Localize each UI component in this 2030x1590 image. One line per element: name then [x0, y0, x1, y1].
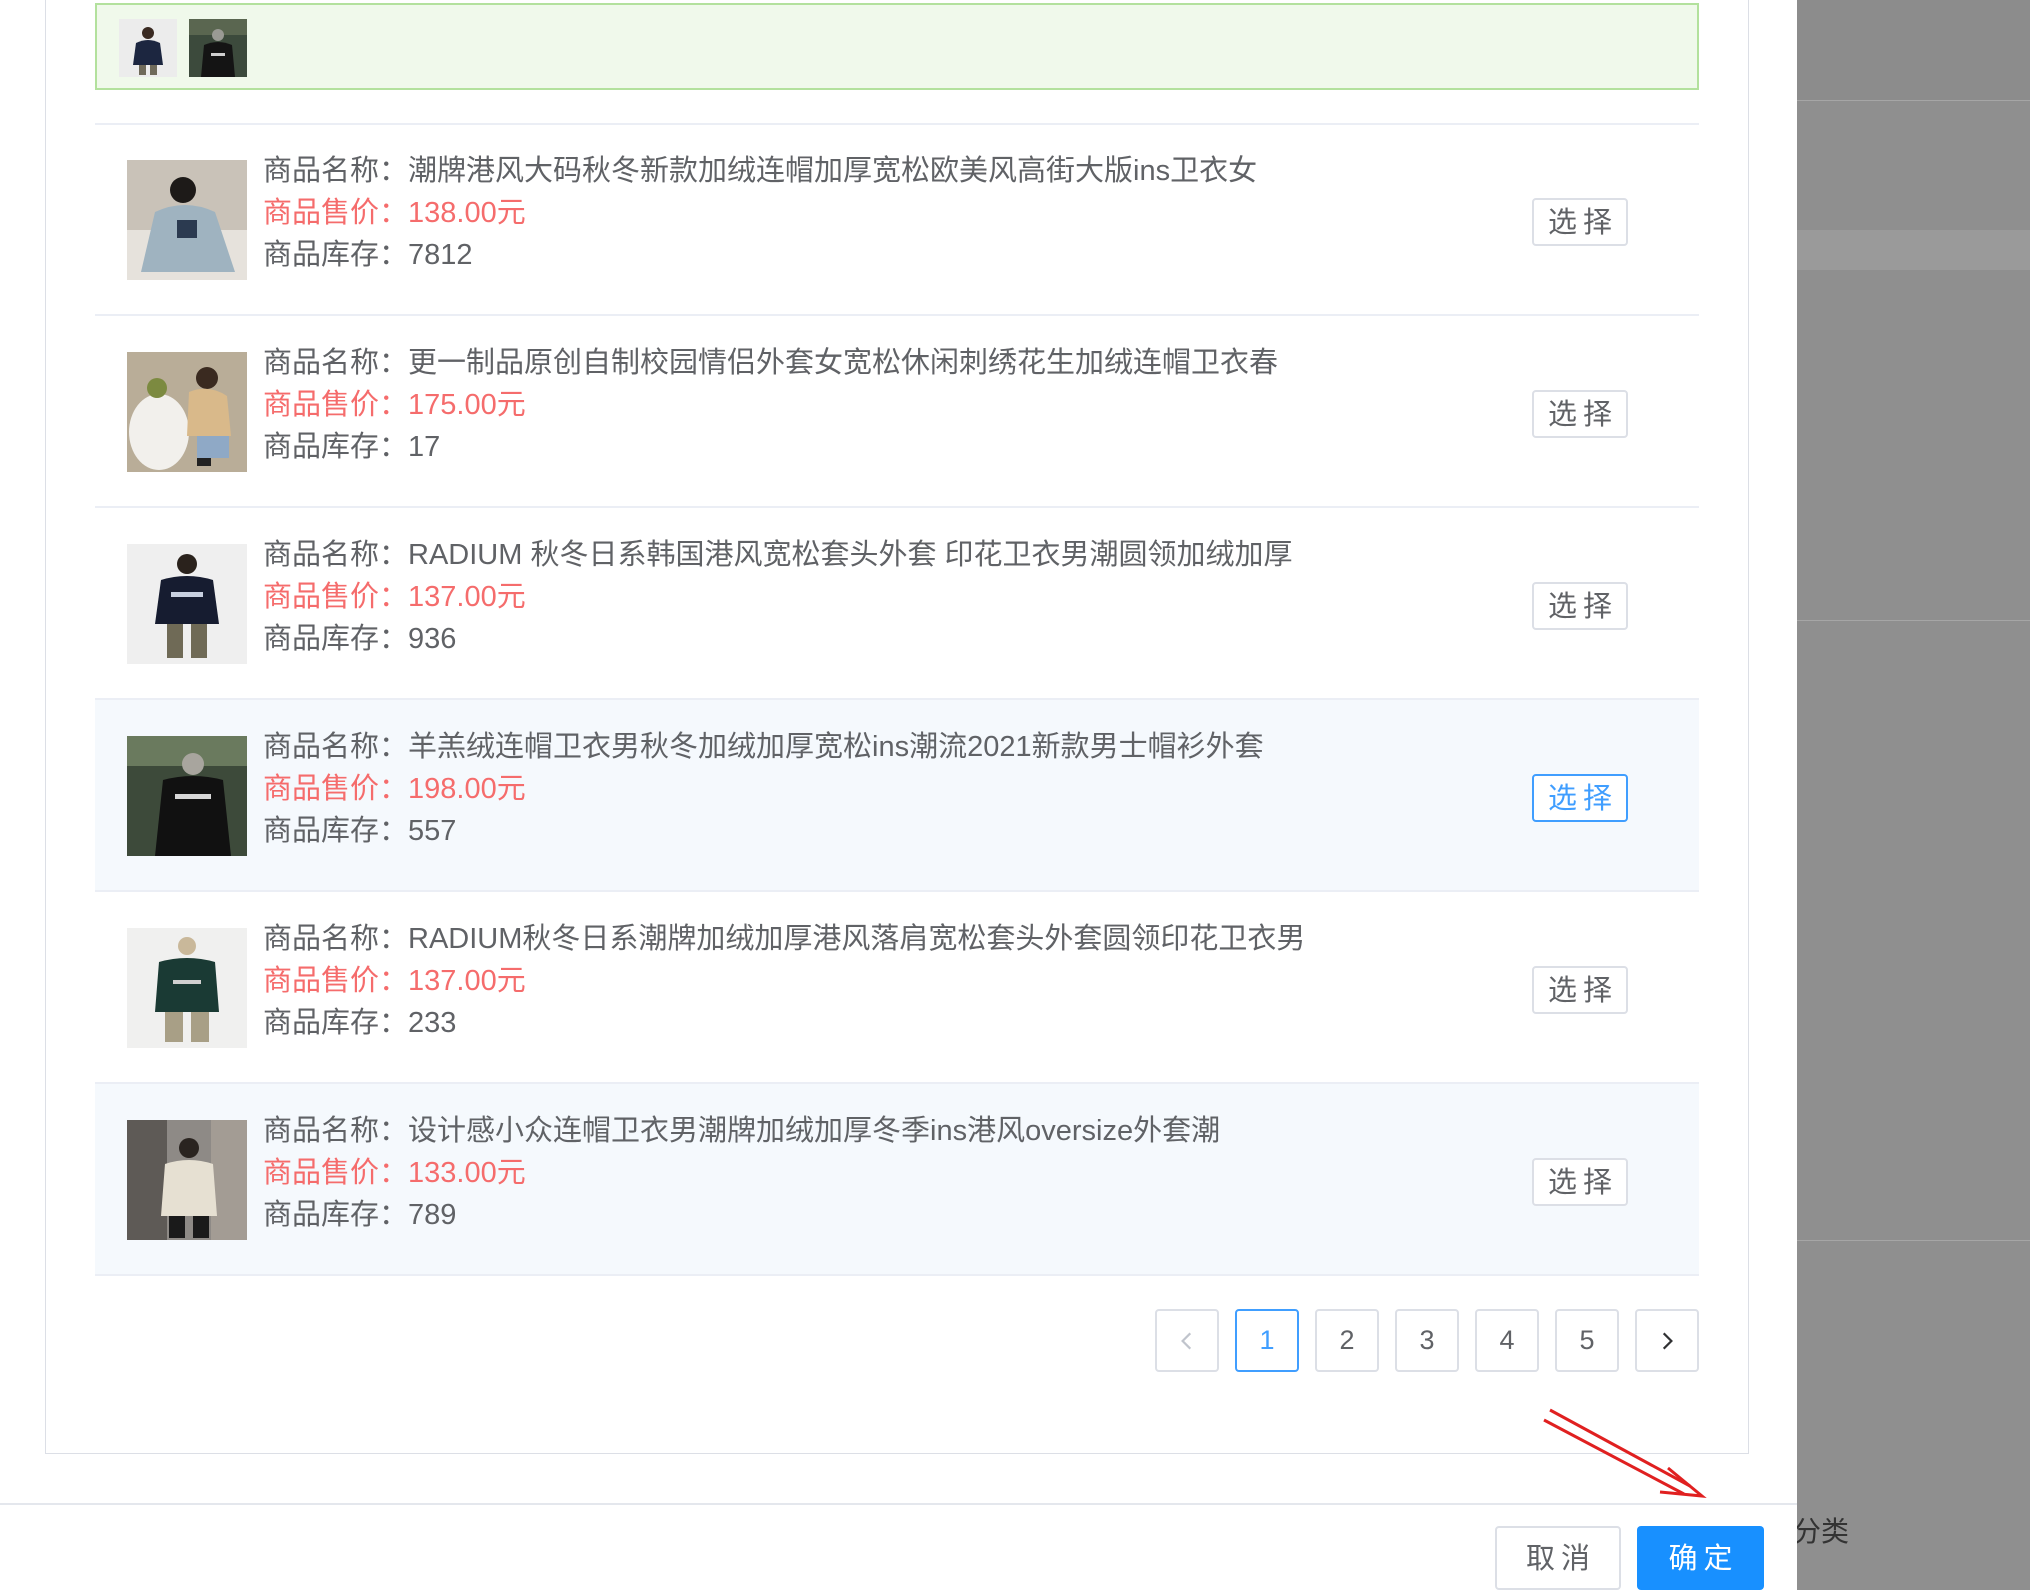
next-page-button[interactable] [1635, 1309, 1699, 1372]
product-stock-line: 商品库存：936 [263, 623, 457, 655]
product-price-line: 商品售价：175.00元 [263, 389, 526, 421]
product-stock: 789 [408, 1199, 457, 1231]
product-thumb-icon[interactable] [189, 19, 247, 77]
product-price: 133.00元 [408, 1157, 526, 1189]
backdrop-label: 分类 [1793, 1516, 1850, 1547]
product-price: 138.00元 [408, 197, 526, 229]
cancel-button[interactable]: 取消 [1495, 1526, 1621, 1590]
product-price-line: 商品售价：137.00元 [263, 581, 526, 613]
product-name: RADIUM秋冬日系潮牌加绒加厚港风落肩宽松套头外套圆领印花卫衣男 [408, 923, 1306, 955]
product-stock: 557 [408, 815, 457, 847]
product-name: 羊羔绒连帽卫衣男秋冬加绒加厚宽松ins潮流2021新款男士帽衫外套 [408, 731, 1264, 763]
annotation-arrow-icon [1543, 1408, 1707, 1498]
product-name-line: 商品名称：羊羔绒连帽卫衣男秋冬加绒加厚宽松ins潮流2021新款男士帽衫外套 [263, 731, 1264, 763]
chevron-left-icon [1181, 1332, 1192, 1349]
page-button-4[interactable]: 4 [1475, 1309, 1539, 1372]
product-stock: 936 [408, 623, 457, 655]
product-info: 商品名称：设计感小众连帽卫衣男潮牌加绒加厚冬季ins港风oversize外套潮 … [263, 1110, 1220, 1236]
prev-page-button[interactable] [1155, 1309, 1219, 1372]
product-image [127, 160, 247, 280]
product-image [127, 1120, 247, 1240]
product-price: 137.00元 [408, 965, 526, 997]
chevron-right-icon [1662, 1332, 1673, 1349]
product-image [127, 352, 247, 472]
product-stock-line: 商品库存：7812 [263, 239, 473, 271]
page-button-1[interactable]: 1 [1235, 1309, 1299, 1372]
product-row: 商品名称：潮牌港风大码秋冬新款加绒连帽加厚宽松欧美风高街大版ins卫衣女 商品售… [95, 124, 1699, 316]
product-list: 商品名称：潮牌港风大码秋冬新款加绒连帽加厚宽松欧美风高街大版ins卫衣女 商品售… [95, 124, 1699, 1276]
product-info: 商品名称：更一制品原创自制校园情侣外套女宽松休闲刺绣花生加绒连帽卫衣春 商品售价… [263, 342, 1278, 468]
page-backdrop: 分类 [1793, 0, 2030, 1590]
product-stock: 7812 [408, 239, 473, 271]
product-stock-line: 商品库存：17 [263, 431, 441, 463]
page-button-2[interactable]: 2 [1315, 1309, 1379, 1372]
product-row: 商品名称：羊羔绒连帽卫衣男秋冬加绒加厚宽松ins潮流2021新款男士帽衫外套 商… [95, 700, 1699, 892]
product-image [127, 736, 247, 856]
product-name: 更一制品原创自制校园情侣外套女宽松休闲刺绣花生加绒连帽卫衣春 [408, 347, 1279, 379]
product-info: 商品名称：潮牌港风大码秋冬新款加绒连帽加厚宽松欧美风高街大版ins卫衣女 商品售… [263, 150, 1257, 276]
product-image [127, 544, 247, 664]
product-price-line: 商品售价：198.00元 [263, 773, 526, 805]
product-stock-line: 商品库存：789 [263, 1199, 457, 1231]
product-row: 商品名称：RADIUM 秋冬日系韩国港风宽松套头外套 印花卫衣男潮圆领加绒加厚 … [95, 508, 1699, 700]
page-button-5[interactable]: 5 [1555, 1309, 1619, 1372]
product-info: 商品名称：RADIUM秋冬日系潮牌加绒加厚港风落肩宽松套头外套圆领印花卫衣男 商… [263, 918, 1305, 1044]
backdrop-divider [1797, 620, 2030, 621]
product-stock-line: 商品库存：233 [263, 1007, 457, 1039]
backdrop-divider [1797, 100, 2030, 101]
product-info: 商品名称：RADIUM 秋冬日系韩国港风宽松套头外套 印花卫衣男潮圆领加绒加厚 … [263, 534, 1293, 660]
confirm-button[interactable]: 确定 [1637, 1526, 1764, 1590]
product-price-line: 商品售价：138.00元 [263, 197, 526, 229]
product-name-line: 商品名称：RADIUM 秋冬日系韩国港风宽松套头外套 印花卫衣男潮圆领加绒加厚 [263, 539, 1293, 571]
product-row: 商品名称：更一制品原创自制校园情侣外套女宽松休闲刺绣花生加绒连帽卫衣春 商品售价… [95, 316, 1699, 508]
product-name: RADIUM 秋冬日系韩国港风宽松套头外套 印花卫衣男潮圆领加绒加厚 [408, 539, 1293, 571]
product-name-line: 商品名称：设计感小众连帽卫衣男潮牌加绒加厚冬季ins港风oversize外套潮 [263, 1115, 1221, 1147]
product-image [127, 928, 247, 1048]
product-row: 商品名称：设计感小众连帽卫衣男潮牌加绒加厚冬季ins港风oversize外套潮 … [95, 1084, 1699, 1276]
product-stock: 233 [408, 1007, 457, 1039]
product-row: 商品名称：RADIUM秋冬日系潮牌加绒加厚港风落肩宽松套头外套圆领印花卫衣男 商… [95, 892, 1699, 1084]
product-select-dialog: 商品名称：潮牌港风大码秋冬新款加绒连帽加厚宽松欧美风高街大版ins卫衣女 商品售… [0, 0, 1797, 1590]
product-name: 设计感小众连帽卫衣男潮牌加绒加厚冬季ins港风oversize外套潮 [408, 1115, 1221, 1147]
product-price: 198.00元 [408, 773, 526, 805]
product-stock-line: 商品库存：557 [263, 815, 457, 847]
product-price-line: 商品售价：133.00元 [263, 1157, 526, 1189]
product-name-line: 商品名称：潮牌港风大码秋冬新款加绒连帽加厚宽松欧美风高街大版ins卫衣女 [263, 155, 1258, 187]
product-price-line: 商品售价：137.00元 [263, 965, 526, 997]
select-button[interactable]: 选择 [1532, 1158, 1628, 1206]
product-info: 商品名称：羊羔绒连帽卫衣男秋冬加绒加厚宽松ins潮流2021新款男士帽衫外套 商… [263, 726, 1264, 852]
select-button[interactable]: 选择 [1532, 966, 1628, 1014]
backdrop-divider [1797, 1240, 2030, 1241]
select-button[interactable]: 选择 [1532, 582, 1628, 630]
product-name-line: 商品名称：更一制品原创自制校园情侣外套女宽松休闲刺绣花生加绒连帽卫衣春 [263, 347, 1279, 379]
select-button[interactable]: 选择 [1532, 774, 1628, 822]
product-name-line: 商品名称：RADIUM秋冬日系潮牌加绒加厚港风落肩宽松套头外套圆领印花卫衣男 [263, 923, 1306, 955]
backdrop-band [1797, 230, 2030, 270]
pagination: 1 2 3 4 5 [1155, 1309, 1699, 1372]
backdrop-band [1797, 0, 2030, 100]
product-price: 175.00元 [408, 389, 526, 421]
dialog-footer-divider [0, 1503, 1797, 1505]
product-thumb-icon[interactable] [119, 19, 177, 77]
product-stock: 17 [408, 431, 441, 463]
product-price: 137.00元 [408, 581, 526, 613]
selected-products-strip [95, 3, 1699, 90]
select-button[interactable]: 选择 [1532, 390, 1628, 438]
select-button[interactable]: 选择 [1532, 198, 1628, 246]
product-name: 潮牌港风大码秋冬新款加绒连帽加厚宽松欧美风高街大版ins卫衣女 [408, 155, 1258, 187]
page-button-3[interactable]: 3 [1395, 1309, 1459, 1372]
